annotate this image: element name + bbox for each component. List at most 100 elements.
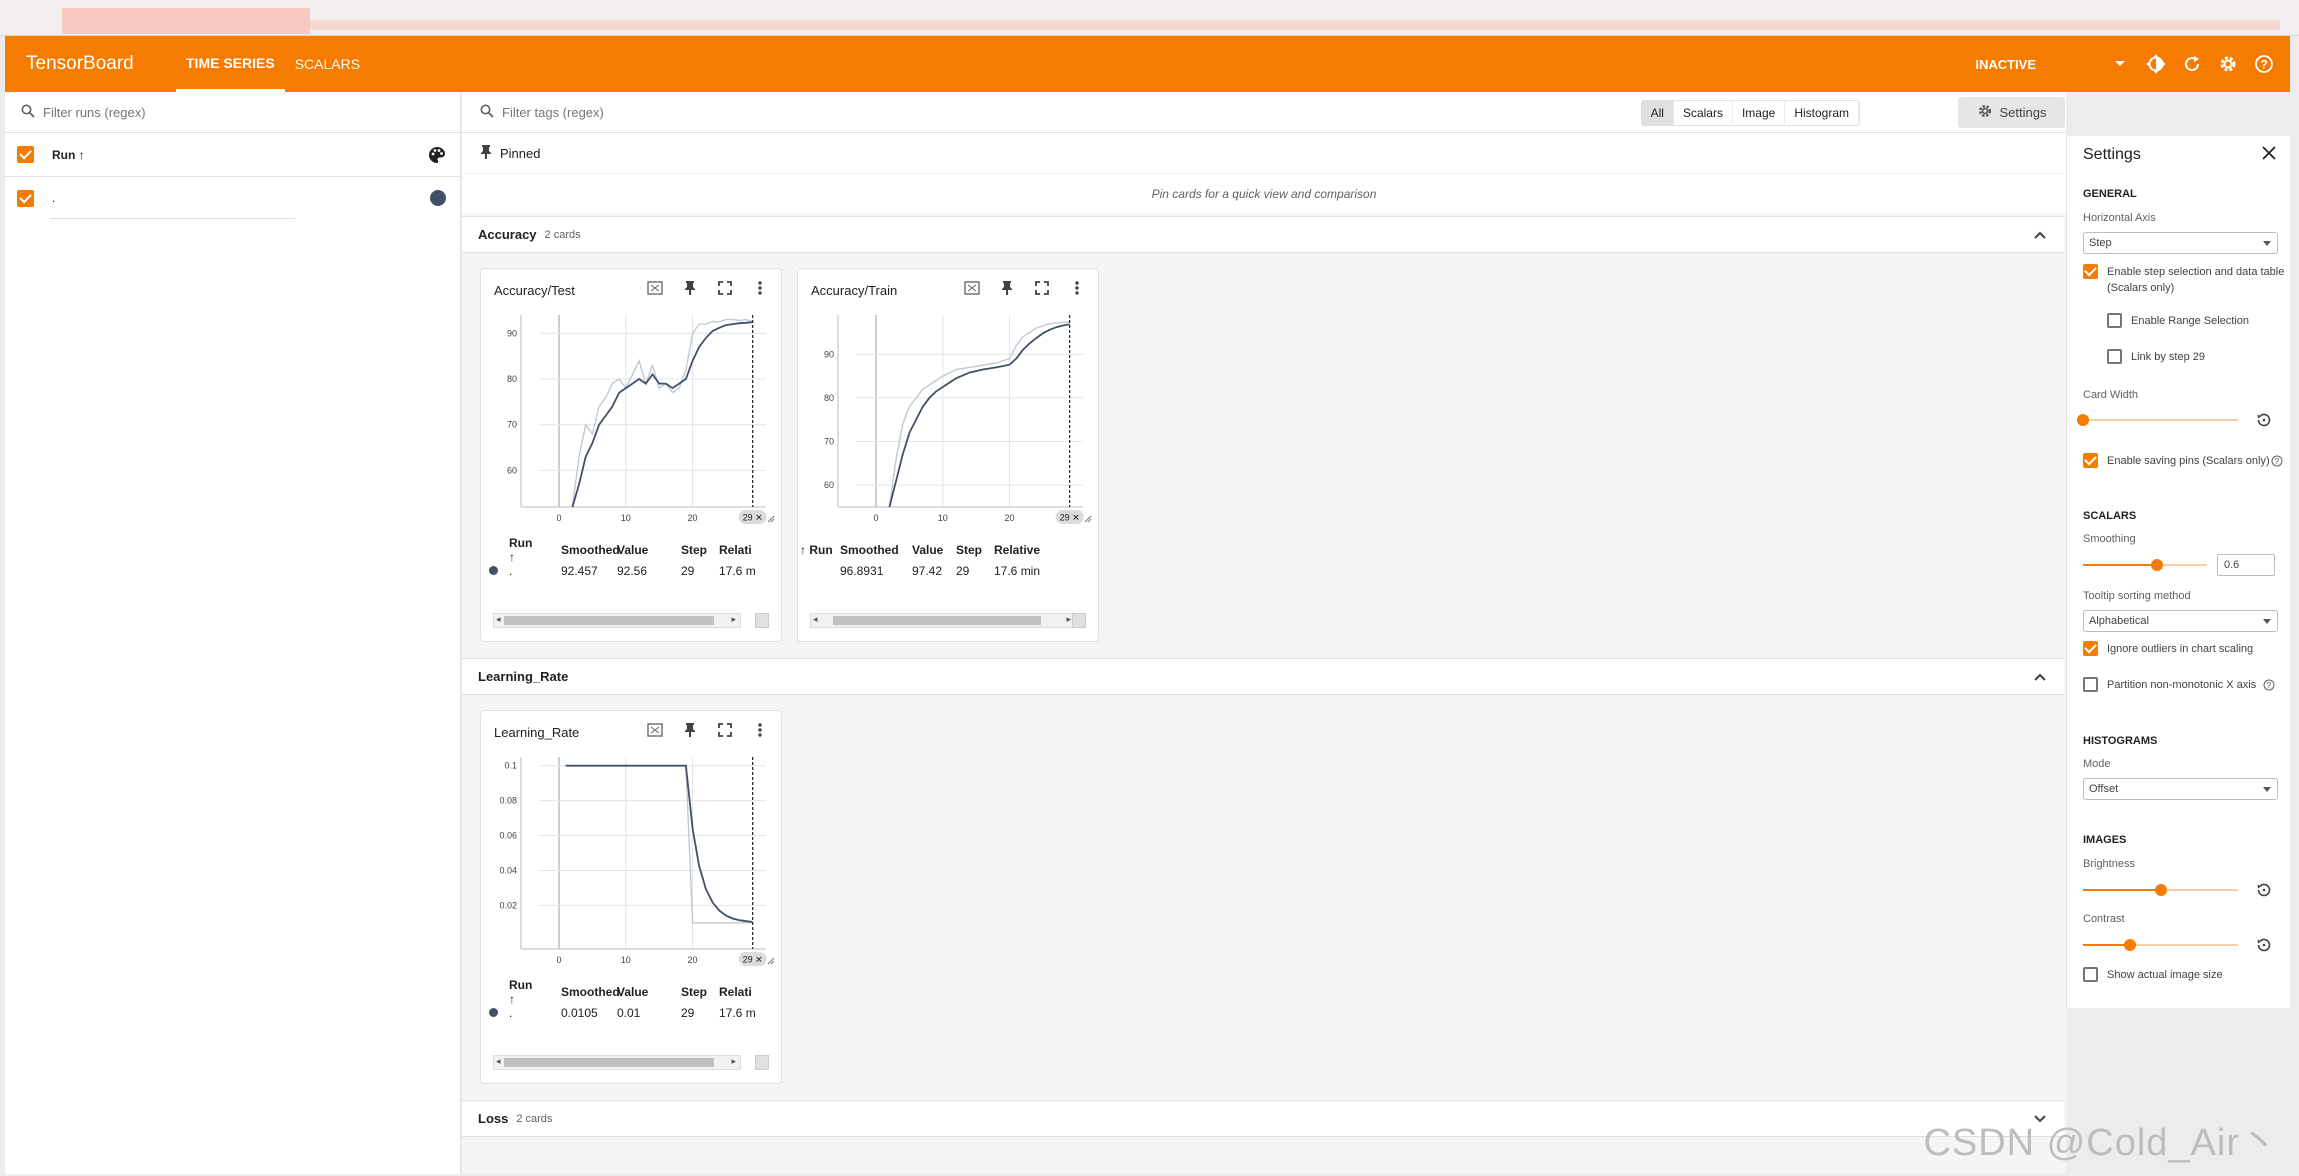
link-step-option[interactable]: Link by step 29 — [2107, 349, 2205, 365]
info-icon[interactable]: ? — [2271, 455, 2283, 470]
mode-label: Mode — [2083, 758, 2111, 770]
ignore-outliers-option[interactable]: Ignore outliers in chart scaling — [2083, 641, 2253, 657]
col-smoothed[interactable]: Smoothed — [541, 543, 620, 557]
dropdown-icon[interactable] — [2108, 52, 2132, 76]
tab-time-series[interactable]: TIME SERIES — [176, 36, 285, 92]
runs-filter-input[interactable] — [43, 104, 423, 120]
filter-scalars[interactable]: Scalars — [1673, 101, 1733, 125]
fit-domain-icon[interactable] — [646, 721, 664, 739]
app-brand[interactable]: TensorBoard — [26, 53, 176, 75]
saving-pins-checkbox[interactable] — [2083, 453, 2098, 468]
run-column-sort[interactable]: Run ↑ — [52, 148, 85, 162]
col-value[interactable]: Value — [912, 543, 956, 557]
saving-pins-option[interactable]: Enable saving pins (Scalars only) — [2083, 453, 2270, 469]
group-header-learning-rate[interactable]: Learning_Rate — [462, 658, 2064, 695]
filter-all[interactable]: All — [1641, 101, 1674, 125]
pin-icon[interactable] — [681, 721, 699, 739]
actual-size-checkbox[interactable] — [2083, 967, 2098, 982]
smoothing-input[interactable]: 0.6 — [2217, 554, 2275, 576]
card-title: Accuracy/Train — [811, 283, 898, 298]
palette-icon[interactable] — [428, 146, 446, 167]
col-step[interactable]: Step — [956, 543, 994, 557]
filter-image[interactable]: Image — [1732, 101, 1786, 125]
resize-handle[interactable] — [755, 613, 769, 628]
fit-domain-icon[interactable] — [963, 279, 981, 297]
range-selection-option[interactable]: Enable Range Selection — [2107, 313, 2249, 329]
run-color-swatch[interactable] — [430, 190, 446, 206]
settings-gear-icon[interactable] — [2216, 52, 2240, 76]
close-icon[interactable] — [2262, 146, 2276, 163]
group-header-loss[interactable]: Loss 2 cards — [462, 1100, 2064, 1137]
card-width-slider[interactable] — [2077, 414, 2238, 426]
col-run[interactable]: Run ↑ — [509, 536, 541, 564]
run-checkbox[interactable] — [17, 189, 34, 207]
step-selection-checkbox[interactable] — [2083, 264, 2098, 279]
info-icon[interactable]: ? — [2263, 679, 2275, 694]
col-step[interactable]: Step — [681, 543, 719, 557]
settings-toggle-button[interactable]: Settings — [1958, 97, 2065, 128]
smoothing-slider[interactable] — [2083, 559, 2207, 571]
cell-value: 97.42 — [912, 563, 943, 578]
col-run[interactable]: Run ↑ — [509, 978, 541, 1006]
more-vert-icon[interactable] — [751, 721, 769, 739]
col-run[interactable]: Run ↑ — [800, 543, 836, 557]
reset-icon[interactable] — [2255, 936, 2273, 954]
tags-filter-input[interactable] — [502, 104, 1102, 120]
scrollbar-thumb[interactable] — [504, 1058, 714, 1067]
more-vert-icon[interactable] — [1068, 279, 1086, 297]
fullscreen-icon[interactable] — [716, 279, 734, 297]
pin-icon[interactable] — [998, 279, 1016, 297]
filter-histogram[interactable]: Histogram — [1785, 101, 1859, 125]
chevron-up-icon[interactable] — [2034, 227, 2046, 242]
scrollbar-thumb[interactable] — [504, 616, 714, 625]
horizontal-scrollbar[interactable]: ◂ ▸ — [810, 613, 1076, 628]
pinned-section-header: Pinned — [462, 133, 2066, 173]
cell-value: 0.01 — [617, 1005, 641, 1020]
col-smoothed[interactable]: Smoothed — [541, 985, 620, 999]
step-selection-option[interactable]: Enable step selection and data table (Sca… — [2083, 264, 2284, 296]
line-chart[interactable]: 0 10 20 0.02 0.04 0.06 0.08 0.1 29 ✕ — [481, 749, 781, 979]
run-row[interactable]: . — [5, 177, 460, 219]
range-selection-checkbox[interactable] — [2107, 313, 2122, 328]
col-relative[interactable]: Relative — [994, 543, 1054, 557]
brightness-slider[interactable] — [2083, 884, 2238, 896]
chevron-up-icon[interactable] — [2034, 669, 2046, 684]
pin-icon[interactable] — [681, 279, 699, 297]
partition-option[interactable]: Partition non-monotonic X axis — [2083, 677, 2256, 693]
col-smoothed[interactable]: Smoothed — [836, 543, 912, 557]
resize-handle[interactable] — [1072, 613, 1086, 628]
mode-select[interactable]: Offset — [2083, 778, 2278, 800]
help-icon[interactable]: ? — [2252, 52, 2276, 76]
col-value[interactable]: Value — [617, 543, 681, 557]
partition-checkbox[interactable] — [2083, 677, 2098, 692]
scrollbar-thumb[interactable] — [833, 616, 1041, 625]
line-chart[interactable]: 0 10 20 60 70 80 90 29 ✕ — [481, 307, 781, 537]
fit-domain-icon[interactable] — [646, 279, 664, 297]
tooltip-sort-select[interactable]: Alphabetical — [2083, 610, 2278, 632]
more-vert-icon[interactable] — [751, 279, 769, 297]
col-relative[interactable]: Relati — [719, 543, 769, 557]
resize-handle[interactable] — [755, 1055, 769, 1070]
reset-icon[interactable] — [2255, 411, 2273, 429]
plugin-status[interactable]: INACTIVE — [1975, 57, 2036, 72]
fullscreen-icon[interactable] — [716, 721, 734, 739]
group-header-accuracy[interactable]: Accuracy 2 cards — [462, 216, 2064, 253]
step-selector-label: 29 ✕ — [743, 513, 763, 523]
col-value[interactable]: Value — [617, 985, 681, 999]
link-step-checkbox[interactable] — [2107, 349, 2122, 364]
horizontal-scrollbar[interactable]: ◂ ▸ — [493, 1055, 741, 1070]
actual-size-option[interactable]: Show actual image size — [2083, 967, 2223, 983]
line-chart[interactable]: 0 10 20 60 70 80 90 29 ✕ — [798, 307, 1098, 537]
tab-scalars[interactable]: SCALARS — [285, 36, 370, 92]
col-relative[interactable]: Relati — [719, 985, 769, 999]
horizontal-scrollbar[interactable]: ◂ ▸ — [493, 613, 741, 628]
reset-icon[interactable] — [2255, 881, 2273, 899]
col-step[interactable]: Step — [681, 985, 719, 999]
contrast-slider[interactable] — [2083, 939, 2238, 951]
select-all-runs-checkbox[interactable] — [17, 146, 34, 163]
brightness-icon[interactable] — [2144, 52, 2168, 76]
ignore-outliers-checkbox[interactable] — [2083, 641, 2098, 656]
horizontal-axis-select[interactable]: Step — [2083, 232, 2278, 254]
refresh-icon[interactable] — [2180, 52, 2204, 76]
fullscreen-icon[interactable] — [1033, 279, 1051, 297]
